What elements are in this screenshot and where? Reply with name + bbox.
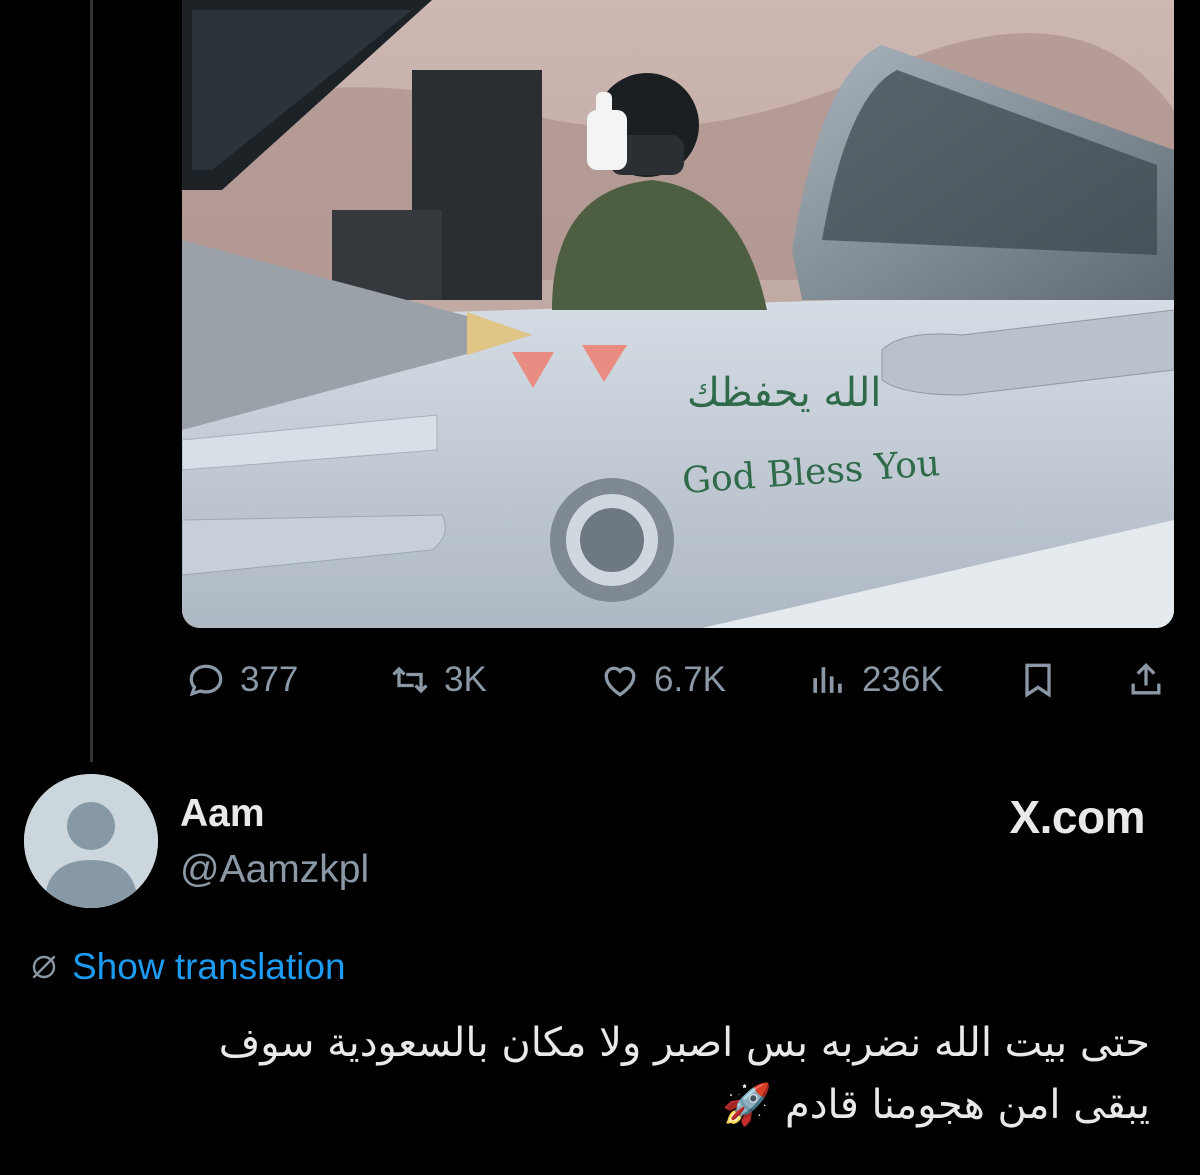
like-button[interactable]: 6.7K [598, 648, 726, 712]
bookmark-button[interactable] [1016, 648, 1060, 712]
default-avatar-icon [24, 774, 158, 908]
tweet-text: حتى بيت الله نضربه بس اصبر ولا مكان بالس… [70, 1012, 1150, 1136]
repost-button[interactable]: 3K [388, 648, 487, 712]
repost-icon [392, 666, 428, 694]
tweet-action-bar: 377 3K 6.7K 236K [0, 648, 1200, 712]
show-translation-link[interactable]: Show translation [28, 946, 346, 988]
views-count: 236K [862, 660, 944, 699]
reply-count: 377 [240, 660, 299, 699]
like-count: 6.7K [654, 660, 726, 699]
tweet-text-line-1: حتى بيت الله نضربه بس اصبر ولا مكان بالس… [218, 1020, 1150, 1066]
user-handle[interactable]: @Aamzkpl [180, 848, 369, 892]
display-name[interactable]: Aam [180, 792, 265, 836]
tweet-media-image[interactable]: الله يحفظك God Bless You [182, 0, 1174, 628]
reply-icon [189, 664, 223, 697]
avatar[interactable] [24, 774, 158, 908]
x-watermark: X.com [1009, 791, 1145, 843]
repost-count: 3K [444, 660, 487, 699]
jet-photo [182, 0, 1174, 628]
bookmark-icon [1025, 663, 1051, 698]
views-button[interactable]: 236K [806, 648, 944, 712]
aircraft-inscription-arabic: الله يحفظك [687, 370, 882, 416]
show-translation-label: Show translation [72, 946, 346, 987]
share-icon [1131, 662, 1161, 695]
globe-slash-icon [32, 955, 56, 979]
tweet-text-line-2: يبقى امن هجومنا قادم 🚀 [722, 1082, 1150, 1128]
share-button[interactable] [1124, 648, 1168, 712]
heart-icon [604, 666, 636, 697]
views-chart-icon [813, 667, 842, 693]
reply-button[interactable]: 377 [184, 648, 298, 712]
